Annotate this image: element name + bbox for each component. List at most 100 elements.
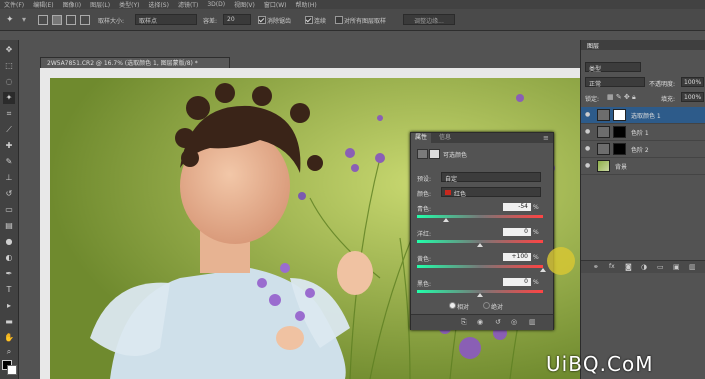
mask-thumb[interactable] (613, 126, 626, 138)
adjustment-title: 可选颜色 (443, 152, 468, 159)
menu-edit[interactable]: 编辑(E) (33, 0, 53, 9)
history-brush-icon[interactable]: ↺ (3, 188, 15, 200)
blur-tool-icon[interactable]: ● (3, 236, 15, 248)
crop-tool-icon[interactable]: ⌗ (3, 108, 15, 120)
new-group-icon[interactable]: ▭ (657, 263, 664, 271)
preset-select[interactable]: 自定 (441, 172, 541, 183)
layer-row-background[interactable]: ● 背景 (581, 158, 705, 175)
mask-thumb[interactable] (613, 143, 626, 155)
antialias-checkbox[interactable] (258, 16, 266, 24)
new-selection-icon[interactable] (38, 15, 48, 25)
menu-layer[interactable]: 图层(L) (90, 0, 110, 9)
all-layers-checkbox[interactable] (335, 16, 343, 24)
adjustment-thumb (597, 109, 610, 121)
shape-tool-icon[interactable]: ▬ (3, 316, 15, 328)
cyan-value-input[interactable]: -54 (503, 203, 531, 211)
black-slider-thumb[interactable] (477, 293, 483, 297)
tab-info[interactable]: 信息 (435, 133, 455, 143)
layer-filter-select[interactable]: 类型 (585, 62, 641, 73)
tolerance-input[interactable]: 20 (223, 14, 251, 25)
dodge-tool-icon[interactable]: ◐ (3, 252, 15, 264)
layer-row-levels-1[interactable]: ● 色阶 1 (581, 124, 705, 141)
sample-size-select[interactable]: 取样点 (135, 14, 197, 25)
intersect-selection-icon[interactable] (80, 15, 90, 25)
opacity-input[interactable]: 100% (681, 77, 704, 87)
menu-type[interactable]: 类型(Y) (119, 0, 139, 9)
cyan-label: 青色: (417, 206, 432, 213)
add-selection-icon[interactable] (52, 15, 62, 25)
absolute-radio[interactable] (483, 302, 490, 309)
healing-tool-icon[interactable]: ✚ (3, 140, 15, 152)
gradient-tool-icon[interactable]: ▤ (3, 220, 15, 232)
add-mask-icon[interactable]: ◙ (625, 263, 632, 271)
color-select[interactable]: 红色 (441, 187, 541, 198)
yellow-slider-track[interactable] (417, 265, 543, 268)
eye-icon[interactable]: ● (585, 112, 591, 118)
menu-select[interactable]: 选择(S) (148, 0, 169, 9)
view-previous-icon[interactable]: ◉ (477, 318, 483, 326)
new-layer-icon[interactable]: ▣ (673, 263, 680, 271)
eyedropper-tool-icon[interactable]: ⟋ (3, 124, 15, 136)
delete-icon[interactable]: ▥ (529, 318, 536, 326)
properties-footer: ⎘ ◉ ↺ ◎ ▥ (411, 314, 553, 330)
cyan-slider-thumb[interactable] (442, 218, 449, 222)
brush-tool-icon[interactable]: ✎ (3, 156, 15, 168)
tab-properties[interactable]: 属性 (411, 133, 432, 143)
reset-icon[interactable]: ↺ (495, 318, 501, 326)
magenta-value-input[interactable]: 0 (503, 228, 531, 236)
layer-row-levels-2[interactable]: ● 色阶 2 (581, 141, 705, 158)
eraser-tool-icon[interactable]: ▭ (3, 204, 15, 216)
link-layers-icon[interactable]: ⚭ (593, 263, 599, 271)
delete-layer-icon[interactable]: ▥ (689, 263, 696, 271)
menu-window[interactable]: 窗口(W) (264, 0, 287, 9)
fill-input[interactable]: 100% (681, 92, 704, 102)
clip-layer-icon[interactable]: ⎘ (461, 318, 467, 327)
layer-name: 色阶 2 (631, 147, 649, 154)
stamp-tool-icon[interactable]: ⊥ (3, 172, 15, 184)
visibility-icon[interactable]: ◎ (511, 318, 517, 326)
type-tool-icon[interactable]: T (3, 284, 15, 296)
lasso-tool-icon[interactable]: ◌ (3, 76, 15, 88)
magic-wand-icon[interactable]: ✦ (6, 15, 14, 25)
pen-tool-icon[interactable]: ✒ (3, 268, 15, 280)
hand-tool-icon[interactable]: ✋ (3, 332, 15, 344)
yellow-slider-thumb[interactable] (540, 268, 546, 272)
path-select-icon[interactable]: ▸ (3, 300, 15, 312)
antialias-label: 消除锯齿 (267, 18, 292, 25)
background-color-swatch[interactable] (7, 365, 17, 375)
layer-row-selective-color[interactable]: ● 选取颜色 1 (581, 107, 705, 124)
zoom-tool-icon[interactable]: ⌕ (3, 346, 15, 358)
eye-icon[interactable]: ● (585, 146, 591, 152)
dropdown-arrow-icon[interactable]: ▾ (22, 15, 26, 24)
subtract-selection-icon[interactable] (66, 15, 76, 25)
menu-3d[interactable]: 3D(D) (207, 1, 225, 8)
lock-icons[interactable]: ▦ ✎ ✥ 🔒︎ (607, 93, 636, 102)
blend-mode-select[interactable]: 正常 (585, 77, 645, 88)
new-adjustment-icon[interactable]: ◑ (641, 263, 647, 271)
layers-tab[interactable]: 图层 (587, 41, 599, 50)
relative-radio[interactable] (449, 302, 456, 309)
panel-menu-icon[interactable]: ≡ (543, 134, 549, 142)
magenta-slider-thumb[interactable] (477, 243, 483, 247)
menu-filter[interactable]: 滤镜(T) (178, 0, 198, 9)
mask-thumb[interactable] (613, 109, 626, 121)
eye-icon[interactable]: ● (585, 163, 591, 169)
black-value-input[interactable]: 0 (503, 278, 531, 286)
yellow-value-input[interactable]: +100 (503, 253, 531, 261)
move-tool-icon[interactable]: ✥ (3, 44, 15, 56)
fx-icon[interactable]: fx (609, 263, 615, 270)
marquee-tool-icon[interactable]: ⬚ (3, 60, 15, 72)
eye-icon[interactable]: ● (585, 129, 591, 135)
contiguous-checkbox[interactable] (305, 16, 313, 24)
document-tab[interactable]: 2W5A7851.CR2 @ 16.7% (选取颜色 1, 图层蒙版/8) * (40, 57, 230, 68)
menu-file[interactable]: 文件(F) (4, 0, 24, 9)
cyan-slider-track[interactable] (417, 215, 543, 218)
menu-image[interactable]: 图像(I) (63, 0, 81, 9)
menu-help[interactable]: 帮助(H) (296, 0, 317, 9)
magic-wand-tool-icon[interactable]: ✦ (3, 92, 15, 104)
mask-icon[interactable] (429, 149, 440, 159)
refine-edge-button[interactable]: 调整边缘... (403, 14, 455, 25)
menu-view[interactable]: 视图(V) (234, 0, 255, 9)
lock-label: 锁定: (585, 96, 600, 103)
layer-name: 背景 (615, 164, 628, 171)
